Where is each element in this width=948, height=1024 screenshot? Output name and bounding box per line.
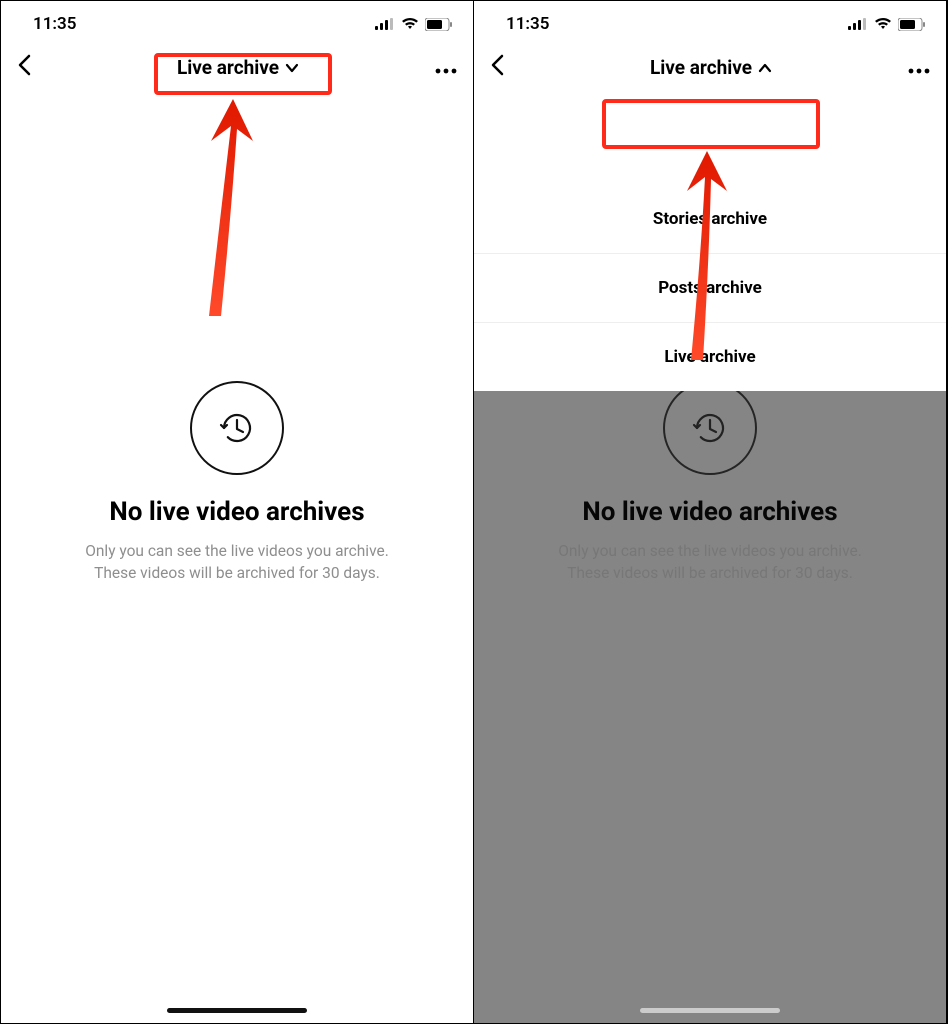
dropdown-posts-archive[interactable]: Posts archive — [474, 254, 946, 323]
signal-icon — [375, 18, 395, 30]
archive-empty-icon — [190, 381, 284, 475]
archive-type-dropdown: Stories archive Posts archive Live archi… — [474, 185, 946, 391]
wifi-icon — [401, 18, 419, 30]
ellipsis-icon — [908, 68, 930, 74]
chevron-up-icon — [758, 63, 770, 71]
annotation-arrow-icon — [161, 91, 281, 321]
status-time: 11:35 — [33, 14, 76, 34]
status-icons — [848, 18, 926, 31]
ellipsis-icon — [435, 68, 457, 74]
dropdown-stories-archive[interactable]: Stories archive — [474, 185, 946, 254]
empty-description: Only you can see the live videos you arc… — [502, 541, 918, 584]
archive-type-selector[interactable]: Live archive — [650, 56, 770, 79]
chevron-left-icon — [490, 54, 504, 76]
home-indicator[interactable] — [167, 1008, 307, 1013]
home-indicator[interactable] — [640, 1008, 780, 1013]
empty-title: No live video archives — [29, 497, 445, 527]
battery-icon — [898, 18, 926, 31]
status-time: 11:35 — [506, 14, 549, 34]
history-icon — [214, 405, 260, 451]
empty-description: Only you can see the live videos you arc… — [29, 541, 445, 584]
archive-type-selector[interactable]: Live archive — [177, 56, 297, 79]
archive-empty-icon — [663, 381, 757, 475]
wifi-icon — [874, 18, 892, 30]
back-button[interactable] — [17, 54, 31, 80]
signal-icon — [848, 18, 868, 30]
back-button[interactable] — [490, 54, 504, 80]
history-icon — [687, 405, 733, 451]
more-options-button[interactable] — [435, 55, 457, 79]
nav-title-text: Live archive — [177, 56, 279, 79]
annotation-box — [602, 99, 820, 149]
chevron-left-icon — [17, 54, 31, 76]
dropdown-live-archive[interactable]: Live archive — [474, 323, 946, 391]
more-options-button[interactable] — [908, 55, 930, 79]
nav-title-text: Live archive — [650, 56, 752, 79]
empty-title: No live video archives — [502, 497, 918, 527]
battery-icon — [425, 18, 453, 31]
status-icons — [375, 18, 453, 31]
chevron-down-icon — [285, 63, 297, 71]
